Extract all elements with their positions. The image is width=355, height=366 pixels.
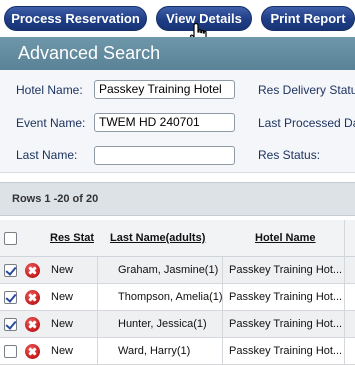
column-divider [222,284,223,311]
event-name-label: Event Name: [16,116,86,130]
process-reservation-button[interactable]: Process Reservation [4,6,147,31]
column-divider [344,257,345,284]
column-divider [97,311,98,338]
column-divider [222,338,223,365]
column-divider [222,257,223,284]
res-delivery-status-label: Res Delivery Statu [258,83,355,97]
hotel-name-label: Hotel Name: [16,83,83,97]
column-divider [344,220,345,257]
row-checkbox[interactable] [4,264,17,277]
last-processed-date-label: Last Processed Da [258,116,355,130]
column-divider [97,284,98,311]
column-divider [222,311,223,338]
hotel-name-cell: Passkey Training Hot... [229,291,343,303]
delete-icon[interactable] [25,317,40,332]
table-row[interactable]: New Ward, Harry(1) Passkey Training Hot.… [0,338,355,365]
grid-header: Res Stat Last Name(adults) Hotel Name [0,220,355,257]
last-name-cell: Thompson, Amelia(1) [118,291,223,303]
res-status-label: Res Status: [258,148,321,162]
delete-icon[interactable] [25,263,40,278]
delete-icon[interactable] [25,344,40,359]
column-header-res-stat[interactable]: Res Stat [50,232,94,244]
last-name-field[interactable] [94,146,235,165]
last-name-cell: Ward, Harry(1) [118,345,191,357]
column-divider [344,311,345,338]
table-row[interactable]: New Thompson, Amelia(1) Passkey Training… [0,284,355,311]
last-name-label: Last Name: [16,148,78,162]
last-name-cell: Hunter, Jessica(1) [118,318,207,330]
advanced-search-panel: Hotel Name: Passkey Training Hotel Res D… [0,70,355,173]
table-row[interactable]: New Hunter, Jessica(1) Passkey Training … [0,311,355,338]
select-all-checkbox[interactable] [4,232,17,245]
hotel-name-cell: Passkey Training Hot... [229,318,343,330]
grid-pager-bar: Rows 1 -20 of 20 [0,182,355,216]
hotel-name-cell: Passkey Training Hot... [229,264,343,276]
table-row[interactable]: New Graham, Jasmine(1) Passkey Training … [0,257,355,284]
hotel-name-cell: Passkey Training Hot... [229,345,343,357]
res-status-cell: New [51,318,74,330]
column-divider [344,338,345,365]
hotel-name-field[interactable]: Passkey Training Hotel [94,80,235,99]
advanced-search-header: Advanced Search [0,37,355,70]
row-checkbox[interactable] [4,291,17,304]
column-divider [97,257,98,284]
row-checkbox[interactable] [4,345,17,358]
event-name-field[interactable]: TWEM HD 240701 [94,113,235,132]
spacer [0,174,355,182]
column-divider [97,338,98,365]
action-toolbar: Process Reservation View Details Print R… [0,0,355,37]
column-header-hotel-name[interactable]: Hotel Name [255,232,316,244]
print-report-button[interactable]: Print Report [261,6,355,31]
rows-count-label: Rows 1 -20 of 20 [12,193,99,205]
last-name-cell: Graham, Jasmine(1) [118,264,219,276]
res-status-cell: New [51,264,74,276]
delete-icon[interactable] [25,290,40,305]
column-divider [344,284,345,311]
res-status-cell: New [51,345,74,357]
row-checkbox[interactable] [4,318,17,331]
column-header-last-name[interactable]: Last Name(adults) [110,232,205,244]
advanced-search-title: Advanced Search [18,43,161,63]
res-status-cell: New [51,291,74,303]
